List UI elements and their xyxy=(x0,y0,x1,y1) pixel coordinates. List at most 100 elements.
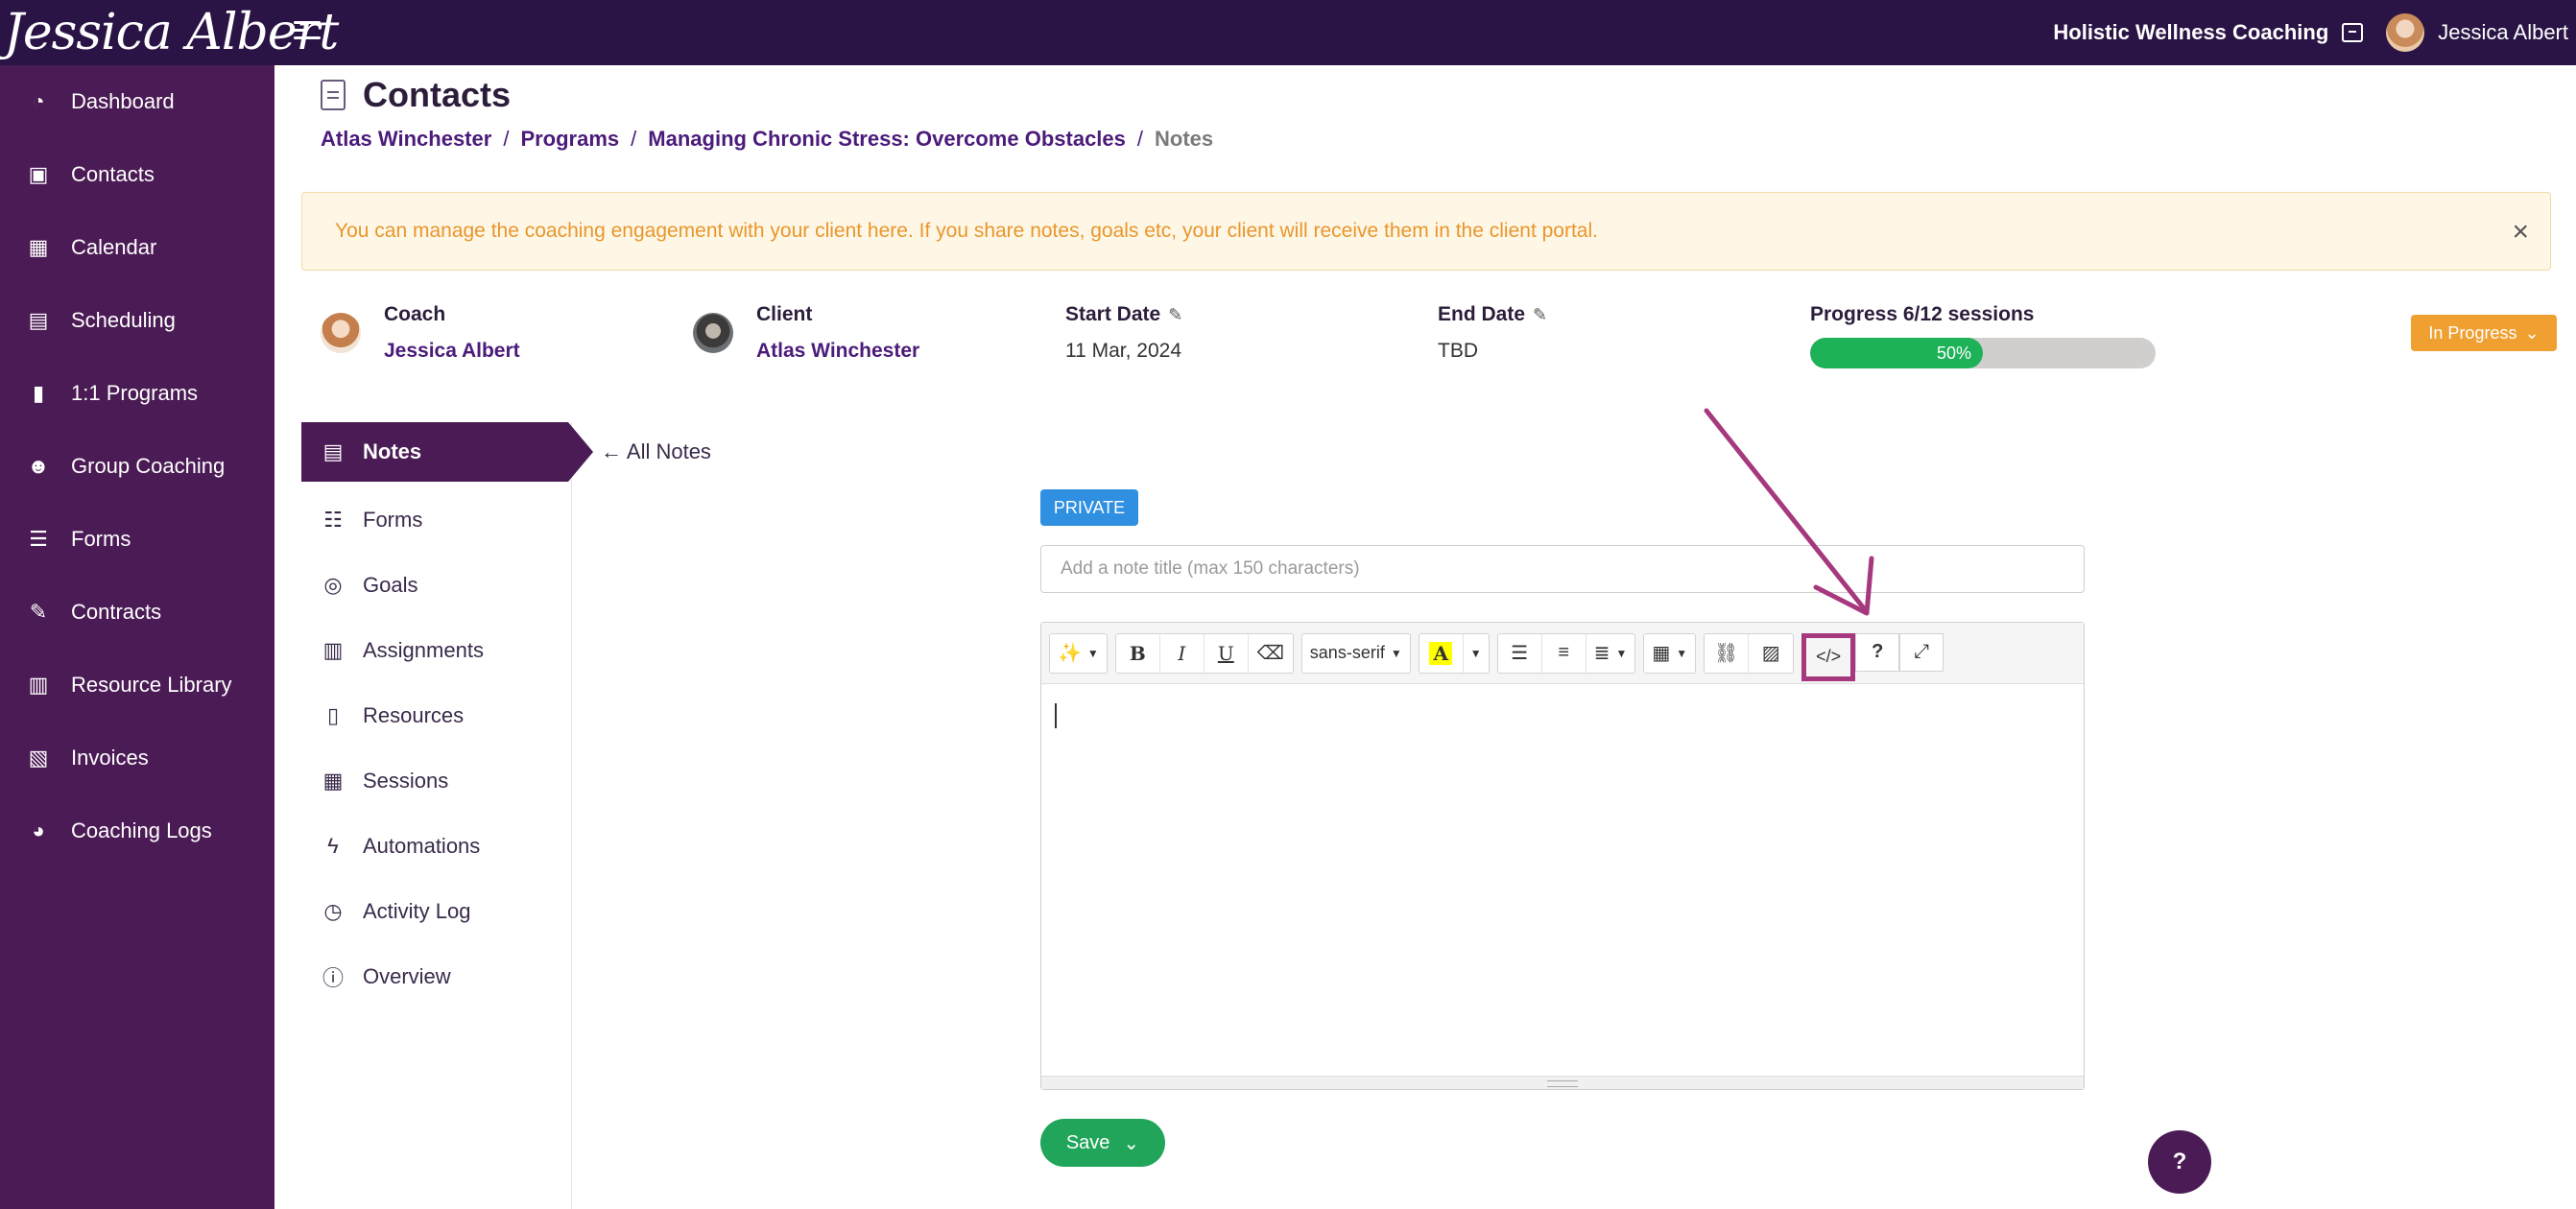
align-icon: ≣ xyxy=(1593,643,1610,664)
sidebar-item-calendar[interactable]: ▦ Calendar xyxy=(0,211,274,284)
edit-pencil-icon[interactable]: ✎ xyxy=(1533,305,1547,325)
notes-icon: ▤ xyxy=(322,439,344,463)
subnav-item-notes[interactable]: ▤ Notes xyxy=(301,422,593,482)
subnav-item-sessions[interactable]: ▦ Sessions xyxy=(301,748,571,814)
engagement-info: Coach Jessica Albert Client Atlas Winche… xyxy=(321,303,2557,380)
breadcrumb-separator: / xyxy=(1136,127,1144,151)
sidebar-item-resource-library[interactable]: ▥ Resource Library xyxy=(0,649,274,722)
align-dropdown[interactable]: ≣ ▼ xyxy=(1586,634,1635,673)
clock-icon: ◕ xyxy=(32,818,45,842)
numbered-list-button[interactable]: ≡ xyxy=(1542,633,1586,673)
subnav-item-resources[interactable]: ▯ Resources xyxy=(301,683,571,748)
save-label: Save xyxy=(1065,1131,1110,1153)
breadcrumb-client[interactable]: Atlas Winchester xyxy=(321,127,491,152)
close-icon[interactable]: × xyxy=(2512,218,2529,247)
contacts-icon: ▣ xyxy=(28,162,49,186)
client-label: Client xyxy=(756,303,813,325)
underline-button[interactable]: U xyxy=(1205,633,1249,673)
editor-resize-handle[interactable] xyxy=(1041,1076,2084,1089)
sidebar-item-forms[interactable]: ☰ Forms xyxy=(0,503,274,576)
paragraph-group: ☰ ≡ ≣ ▼ xyxy=(1496,632,1636,674)
chevron-down-icon: ⌄ xyxy=(2524,322,2540,343)
info-icon: ⓘ xyxy=(322,966,344,990)
subnav-item-label: Overview xyxy=(363,964,451,988)
breadcrumb-program[interactable]: Managing Chronic Stress: Overcome Obstac… xyxy=(648,127,1126,152)
subnav-item-forms[interactable]: ☷ Forms xyxy=(301,487,571,553)
end-date-value: TBD xyxy=(1438,340,1478,362)
brand-logo[interactable]: Jessica Albert xyxy=(0,0,339,65)
subnav-item-assignments[interactable]: ▥ Assignments xyxy=(301,618,571,683)
subnav-item-label: Assignments xyxy=(363,638,484,662)
all-notes-link[interactable]: ← All Notes xyxy=(601,439,711,464)
italic-button[interactable]: I xyxy=(1160,633,1205,673)
progress-block: Progress 6/12 sessions 50% xyxy=(1810,303,2156,368)
clipboard-icon: ▥ xyxy=(322,638,344,662)
style-group: ✨ ▼ xyxy=(1049,632,1108,674)
highlight-color-button[interactable]: A xyxy=(1419,633,1464,673)
subnav-item-activity-log[interactable]: ◷ Activity Log xyxy=(301,879,571,944)
client-name[interactable]: Atlas Winchester xyxy=(756,340,919,363)
bolt-icon: ϟ xyxy=(327,834,339,858)
document-icon xyxy=(321,80,346,110)
sidebar-item-contacts[interactable]: ▣ Contacts xyxy=(0,138,274,211)
menu-toggle-icon[interactable] xyxy=(294,21,321,44)
user-avatar[interactable] xyxy=(2386,13,2425,52)
link-button[interactable]: ⛓ xyxy=(1705,633,1750,673)
code-view-button[interactable]: </> xyxy=(1801,632,1856,681)
breadcrumb-programs[interactable]: Programs xyxy=(520,127,619,152)
breadcrumb-current: Notes xyxy=(1155,127,1214,151)
resources-icon: ▯ xyxy=(326,703,340,727)
briefcase-icon[interactable] xyxy=(2342,23,2364,42)
subnav-item-goals[interactable]: ◎ Goals xyxy=(301,553,571,618)
help-fab[interactable]: ? xyxy=(2148,1130,2211,1194)
sidebar-item-invoices[interactable]: ▧ Invoices xyxy=(0,722,274,794)
font-family-dropdown[interactable]: sans-serif ▼ xyxy=(1302,634,1410,673)
note-title-input[interactable] xyxy=(1040,545,2085,593)
sidebar-item-contracts[interactable]: ✎ Contracts xyxy=(0,576,274,649)
sidebar: ◔ Dashboard ▣ Contacts ▦ Calendar ▤ Scheduli… xyxy=(0,65,274,1209)
sidebar-item-dashboard[interactable]: ◔ Dashboard xyxy=(0,65,274,138)
editor-toolbar: ✨▼ B I U ⌫ sans-serif▼ A ▼ ☰ ≡ ≣▼ ▦▼ xyxy=(1041,623,2084,684)
private-badge[interactable]: PRIVATE xyxy=(1040,489,1138,526)
forms-icon: ☰ xyxy=(29,527,48,551)
sidebar-item-programs[interactable]: ▮ 1:1 Programs xyxy=(0,357,274,430)
edit-pencil-icon[interactable]: ✎ xyxy=(1168,305,1182,325)
start-date-label: Start Date xyxy=(1065,303,1161,325)
end-date-label-row: End Date ✎ xyxy=(1438,303,1547,326)
eraser-button[interactable]: ⌫ xyxy=(1249,634,1293,673)
sidebar-item-group-coaching[interactable]: ☻ Group Coaching xyxy=(0,430,274,503)
sidebar-item-label: Invoices xyxy=(71,746,149,770)
help-button[interactable]: ? xyxy=(1855,632,1900,672)
color-dropdown[interactable]: ▼ xyxy=(1464,634,1489,673)
sidebar-item-label: Forms xyxy=(71,527,131,551)
business-name[interactable]: Holistic Wellness Coaching xyxy=(2053,20,2328,45)
font-family-label: sans-serif xyxy=(1309,643,1385,662)
progress-fill: 50% xyxy=(1810,338,1983,368)
coach-name[interactable]: Jessica Albert xyxy=(384,340,520,363)
start-date-value: 11 Mar, 2024 xyxy=(1065,340,1182,362)
status-dropdown[interactable]: In Progress ⌄ xyxy=(2411,315,2557,351)
sidebar-item-label: Resource Library xyxy=(71,673,232,697)
save-button[interactable]: Save ⌄ xyxy=(1040,1119,1165,1167)
subnav-item-automations[interactable]: ϟ Automations xyxy=(301,814,571,879)
subnav-item-label: Forms xyxy=(363,508,423,532)
table-dropdown[interactable]: ▦ ▼ xyxy=(1644,634,1695,673)
link-icon: ⛓ xyxy=(1713,643,1739,664)
bullet-list-button[interactable]: ☰ xyxy=(1498,633,1542,673)
editor-body[interactable] xyxy=(1041,684,2084,1076)
fullscreen-button[interactable]: ⤢ xyxy=(1899,632,1944,672)
subnav-item-overview[interactable]: ⓘ Overview xyxy=(301,944,571,1009)
insert-group: ⛓ ▨ xyxy=(1704,632,1795,674)
client-avatar xyxy=(693,313,733,353)
sidebar-item-scheduling[interactable]: ▤ Scheduling xyxy=(0,284,274,357)
end-date-block: End Date ✎ TBD xyxy=(1438,303,1547,363)
bullet-list-icon: ☰ xyxy=(1511,643,1529,664)
image-button[interactable]: ▨ xyxy=(1749,634,1793,673)
code-icon: </> xyxy=(1816,647,1842,666)
magic-style-button[interactable]: ✨ ▼ xyxy=(1050,634,1107,673)
bold-button[interactable]: B xyxy=(1116,633,1160,673)
user-name[interactable]: Jessica Albert xyxy=(2438,20,2568,45)
status-label: In Progress xyxy=(2428,322,2517,343)
sidebar-item-coaching-logs[interactable]: ◕ Coaching Logs xyxy=(0,794,274,867)
main-content: Contacts Atlas Winchester / Programs / M… xyxy=(274,65,2576,1209)
